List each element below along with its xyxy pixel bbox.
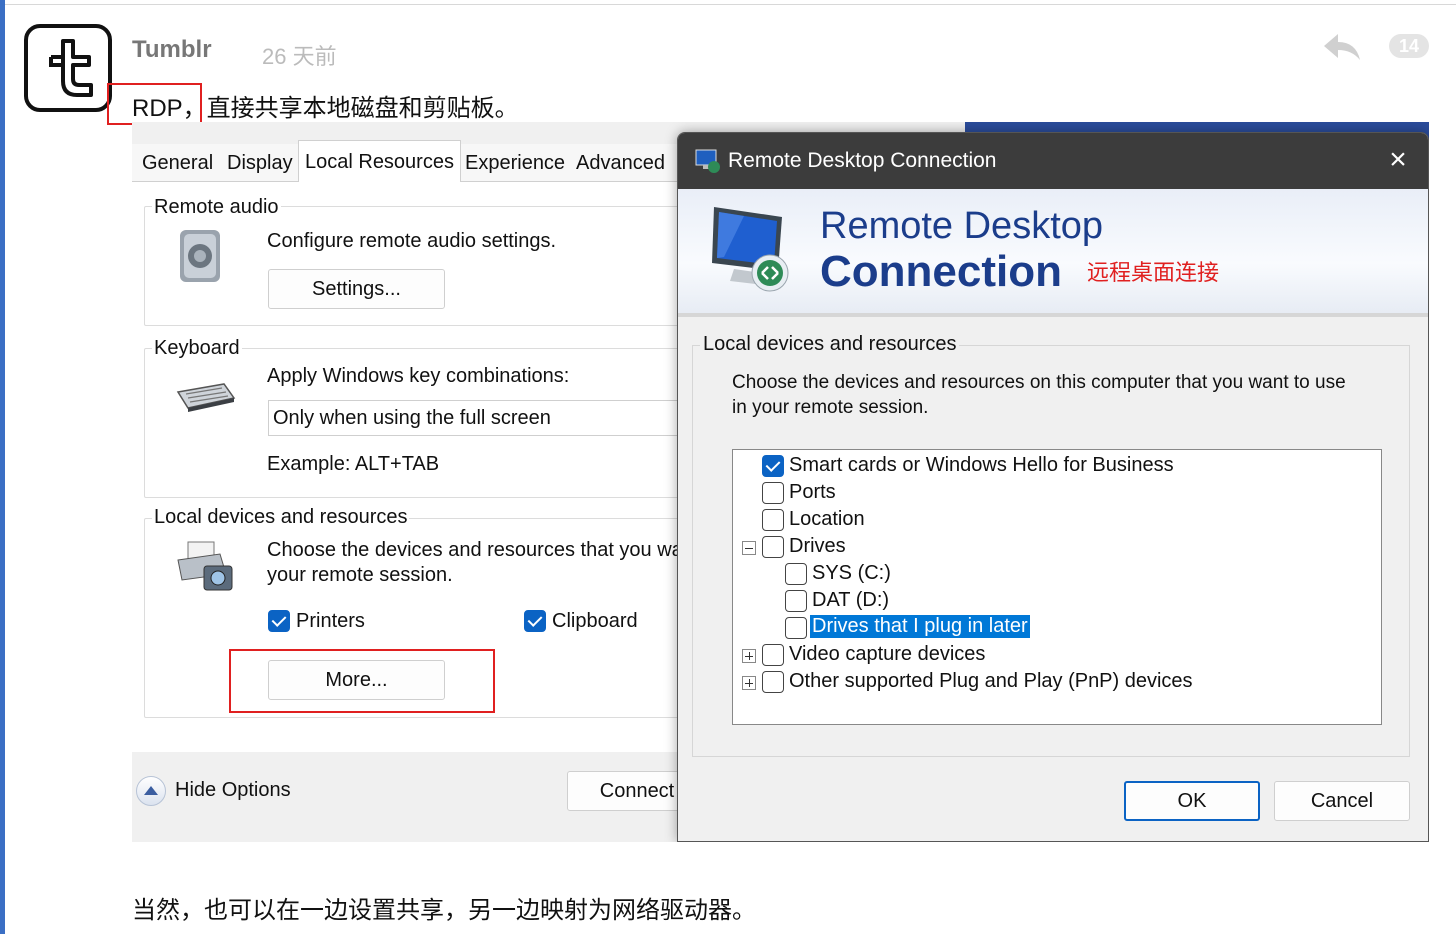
tab-display[interactable]: Display <box>221 144 299 182</box>
tree-item-drives-later[interactable]: Drives that I plug in later <box>810 615 1030 638</box>
tree-item-location[interactable]: Location <box>789 508 865 531</box>
hide-options-icon[interactable] <box>136 776 166 806</box>
rdc-title-icon <box>695 149 720 173</box>
tab-experience[interactable]: Experience <box>459 144 571 182</box>
post-timestamp: 26 天前 <box>262 44 337 69</box>
embedded-screenshot: General Display Local Resources Experien… <box>132 122 1429 842</box>
ok-button[interactable]: OK <box>1124 781 1260 821</box>
tree-item-pnp[interactable]: Other supported Plug and Play (PnP) devi… <box>789 670 1193 693</box>
clipboard-checkbox[interactable] <box>524 610 546 632</box>
window-title: Remote Desktop Connection <box>728 149 997 172</box>
rdp-highlight-box <box>107 83 202 125</box>
tab-general[interactable]: General <box>136 144 219 182</box>
keyboard-example: Example: ALT+TAB <box>267 453 440 475</box>
keyboard-title: Keyboard <box>152 337 242 360</box>
tree-checkbox-drives[interactable] <box>762 536 784 558</box>
tree-item-drives[interactable]: Drives <box>789 535 846 558</box>
tree-checkbox-ports[interactable] <box>762 482 784 504</box>
tab-advanced[interactable]: Advanced <box>570 144 671 182</box>
tree-expand-pnp[interactable] <box>742 676 756 690</box>
post-text-line-2: 当然，也可以在一边设置共享，另一边映射为网络驱动器。 <box>132 897 756 924</box>
reply-count-badge: 14 <box>1389 34 1429 58</box>
tree-item-ports[interactable]: Ports <box>789 481 836 504</box>
reply-icon[interactable] <box>1322 32 1362 62</box>
tree-checkbox-pnp[interactable] <box>762 671 784 693</box>
banner-title-line-2: Connection <box>820 247 1062 296</box>
hide-options-label[interactable]: Hide Options <box>175 779 291 802</box>
printers-checkbox[interactable] <box>268 610 290 632</box>
avatar[interactable] <box>24 24 112 112</box>
author-name[interactable]: Tumblr <box>132 36 212 64</box>
tree-item-smart-cards[interactable]: Smart cards or Windows Hello for Busines… <box>789 454 1174 477</box>
audio-settings-button[interactable]: Settings... <box>268 269 445 309</box>
tree-item-video[interactable]: Video capture devices <box>789 643 985 666</box>
tree-collapse-drives[interactable] <box>742 541 756 555</box>
clipboard-label: Clipboard <box>552 610 638 632</box>
tree-checkbox-drives-later[interactable] <box>785 617 807 639</box>
printer-camera-icon <box>177 541 233 591</box>
tree-checkbox-sys-c[interactable] <box>785 563 807 585</box>
tree-item-sys-c[interactable]: SYS (C:) <box>812 562 891 585</box>
close-icon[interactable]: × <box>1383 145 1413 175</box>
more-highlight-box <box>229 649 495 713</box>
tree-checkbox-smart-cards[interactable] <box>762 455 784 477</box>
local-devices-desc-2: your remote session. <box>267 564 453 586</box>
printers-label: Printers <box>296 610 365 632</box>
tree-checkbox-video[interactable] <box>762 644 784 666</box>
page-top-border <box>0 4 1456 5</box>
tree-checkbox-dat-d[interactable] <box>785 590 807 612</box>
remote-audio-desc: Configure remote audio settings. <box>267 230 557 252</box>
tree-expand-video[interactable] <box>742 649 756 663</box>
local-devices-desc-1: Choose the devices and resources that yo… <box>267 539 690 561</box>
local-devices-description: Choose the devices and resources on this… <box>732 372 1346 418</box>
keyboard-combo[interactable]: Only when using the full screen <box>268 400 688 436</box>
annotation-label: 远程桌面连接 <box>1087 260 1220 285</box>
local-devices-title: Local devices and resources <box>152 506 410 529</box>
post-text-rest: ，直接共享本地磁盘和剪贴板。 <box>182 95 519 122</box>
remote-audio-title: Remote audio <box>152 196 281 219</box>
device-tree[interactable]: Smart cards or Windows Hello for Busines… <box>732 449 1382 725</box>
banner-title-line-1: Remote Desktop <box>820 205 1104 247</box>
rdc-local-devices-dialog: Remote Desktop Connection × Remote Deskt… <box>677 132 1429 842</box>
cancel-button[interactable]: Cancel <box>1274 781 1410 821</box>
rdc-banner: Remote Desktop Connection 远程桌面连接 <box>678 189 1428 317</box>
tree-item-dat-d[interactable]: DAT (D:) <box>812 589 889 612</box>
rdc-monitor-icon <box>712 207 789 292</box>
keyboard-icon <box>176 383 236 412</box>
speaker-icon <box>180 230 220 282</box>
tab-local-resources[interactable]: Local Resources <box>298 140 461 183</box>
left-accent-bar <box>0 0 5 934</box>
tumblr-logo-icon <box>49 39 93 97</box>
keyboard-desc: Apply Windows key combinations: <box>267 365 570 387</box>
local-devices-group-title: Local devices and resources <box>700 333 960 356</box>
tree-checkbox-location[interactable] <box>762 509 784 531</box>
